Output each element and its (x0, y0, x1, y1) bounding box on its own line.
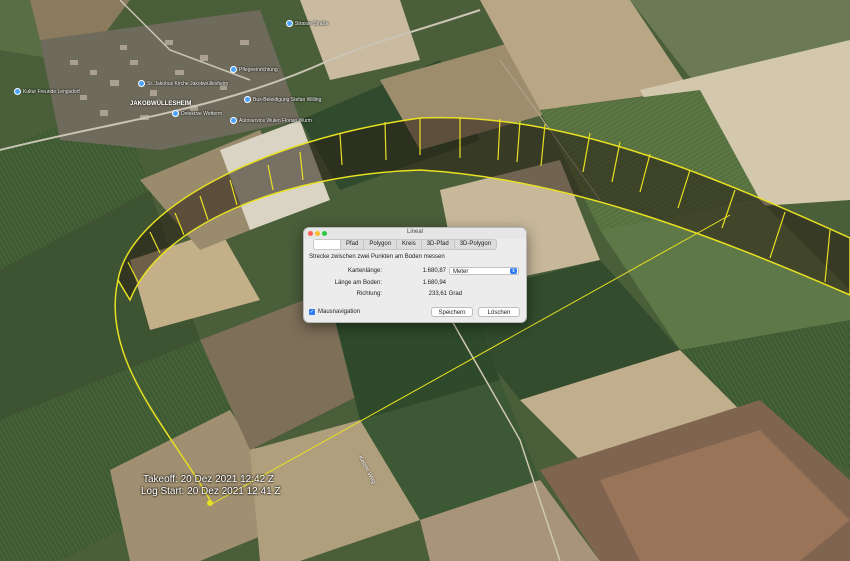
map-label-pflegeeinrichtung[interactable]: Pflegeeinrichtung (230, 66, 278, 73)
map-length-row: Kartenlänge: 1.680,87 Meter ⇕ (304, 267, 526, 277)
poi-pin-icon (230, 117, 237, 124)
map-length-value: 1.680,87 (422, 268, 446, 274)
ruler-titlebar[interactable]: Lineal (304, 228, 526, 239)
delete-button[interactable]: Löschen (478, 307, 520, 317)
heading-label: Richtung: (356, 291, 382, 297)
ground-length-label: Länge am Boden: (334, 280, 382, 286)
ground-length-row: Länge am Boden: 1.680,94 (304, 280, 526, 289)
poi-pin-icon (286, 20, 293, 27)
map-label-autoservice[interactable]: Autoservice Wulen Florian Wurm (230, 117, 312, 124)
flight-log-start-label: Log Start: 20 Dez 2021 12:41 Z (141, 486, 281, 497)
heading-value: 233,61 Grad (428, 291, 462, 297)
poi-pin-icon (230, 66, 237, 73)
map-label-strasse[interactable]: Strasse Straße (286, 20, 328, 27)
mouse-navigation-label: Mausnavigation (318, 309, 361, 315)
tab-path[interactable]: Pfad (341, 240, 365, 249)
ground-length-value: 1.680,94 (422, 280, 446, 286)
ruler-title: Lineal (406, 229, 423, 235)
map-label-detektei[interactable]: Detektive Wetterm (172, 110, 222, 117)
ruler-tabs: Pfad Polygon Kreis 3D-Pfad 3D-Polygon (313, 239, 498, 250)
map-length-label: Kartenlänge: (347, 268, 382, 274)
tab-line[interactable] (314, 240, 341, 249)
tab-polygon[interactable]: Polygon (364, 240, 398, 249)
map-label-kirche[interactable]: St. Jakobus Kirche Jakobwüllesheim (138, 80, 228, 87)
mouse-navigation-checkbox[interactable]: ✓ Mausnavigation (309, 309, 360, 315)
poi-pin-icon (138, 80, 145, 87)
flight-takeoff-label: Takeoff: 20 Dez 2021 12:42 Z (143, 474, 275, 485)
tab-3d-polygon[interactable]: 3D-Polygon (455, 240, 496, 249)
heading-row: Richtung: 233,61 Grad (304, 291, 526, 300)
tab-3d-path[interactable]: 3D-Pfad (422, 240, 455, 249)
tab-circle[interactable]: Kreis (397, 240, 422, 249)
map-label-bus[interactable]: Bus-Beleidigung Stefan Willing (244, 96, 321, 103)
poi-pin-icon (14, 88, 21, 95)
save-button[interactable]: Speichern (431, 307, 473, 317)
ruler-description: Strecke zwischen zwei Punkten am Boden m… (309, 254, 445, 260)
ruler-dialog: Lineal Pfad Polygon Kreis 3D-Pfad 3D-Pol… (303, 227, 527, 323)
map-label-kulturverein[interactable]: Kultur Freunde Lengsdorf (14, 88, 80, 95)
unit-select-value: Meter (453, 269, 469, 275)
checkmark-icon: ✓ (309, 309, 315, 315)
map-label-village: JAKOBWÜLLESHEIM (130, 101, 192, 107)
poi-pin-icon (244, 96, 251, 103)
unit-select[interactable]: Meter ⇕ (449, 267, 519, 275)
chevron-updown-icon: ⇕ (510, 268, 517, 274)
poi-pin-icon (172, 110, 179, 117)
